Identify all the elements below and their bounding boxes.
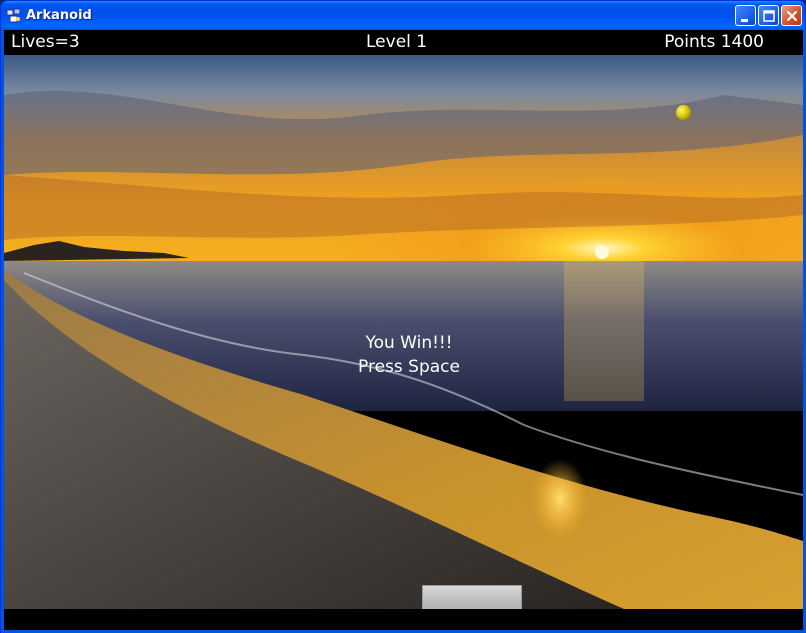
maximize-icon (763, 10, 775, 22)
bottom-bar (4, 609, 803, 630)
paddle[interactable] (422, 585, 522, 609)
level-indicator: Level 1 (366, 32, 428, 52)
win-message: You Win!!! Press Space (4, 331, 803, 379)
close-icon (786, 10, 798, 22)
game-canvas[interactable]: Lives=3 Level 1 Points 1400 You Win!!! P… (4, 30, 803, 630)
points-counter: Points 1400 (664, 32, 764, 52)
lives-counter: Lives=3 (11, 32, 80, 52)
title-bar[interactable]: Arkanoid (1, 1, 805, 30)
close-button[interactable] (781, 5, 802, 26)
win-message-title: You Win!!! (365, 333, 453, 353)
game-window: Arkanoid Lives=3 Level 1 Points 1400 You… (0, 0, 806, 633)
arkanoid-app-icon[interactable] (6, 8, 22, 24)
win-message-instruction: Press Space (358, 357, 460, 377)
hud-bar: Lives=3 Level 1 Points 1400 (4, 30, 803, 55)
minimize-icon (741, 19, 748, 22)
window-title: Arkanoid (26, 8, 92, 23)
maximize-button[interactable] (758, 5, 779, 26)
ball (676, 105, 691, 120)
background-scene: You Win!!! Press Space (4, 55, 803, 609)
minimize-button[interactable] (735, 5, 756, 26)
